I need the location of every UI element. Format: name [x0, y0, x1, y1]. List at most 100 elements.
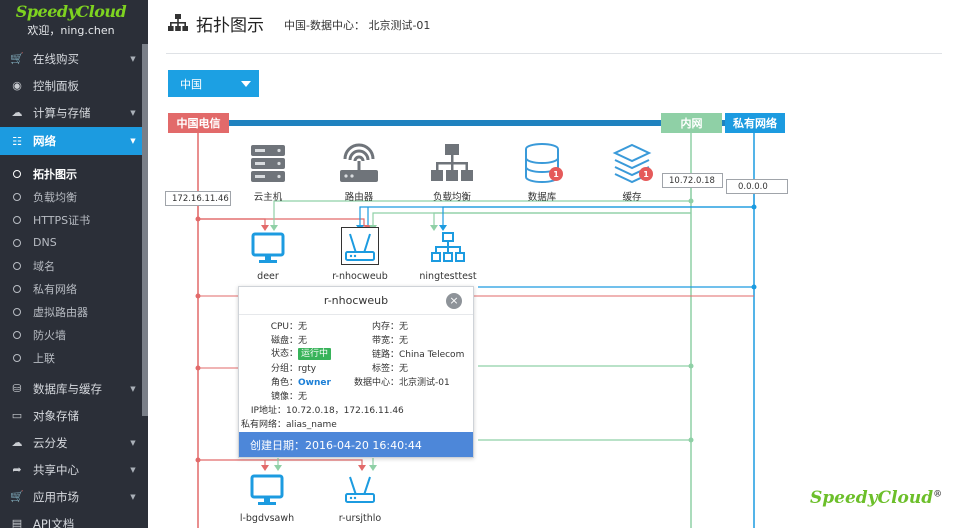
chevron-down-icon: ▼ — [130, 492, 136, 501]
sidebar-item-label: 控制面板 — [33, 78, 79, 93]
arrow-down-icon — [369, 465, 377, 471]
sidebar-item-db-cache[interactable]: ⛁ 数据库与缓存 ▼ — [0, 375, 142, 402]
popup-value: 北京测试-01 — [399, 378, 450, 388]
popup-key: 内存： — [371, 322, 399, 332]
popup-key: 分组： — [270, 364, 298, 374]
sidebar-item-dashboard[interactable]: ◉ 控制面板 — [0, 72, 142, 99]
load-balancer-icon — [431, 144, 473, 181]
chevron-down-icon: ▼ — [130, 384, 136, 393]
sidebar-sub-dns[interactable]: DNS — [0, 231, 142, 254]
intranet-ip-box: 10.72.0.18 — [662, 173, 723, 188]
sidebar: SpeedyCloud 欢迎，ning.chen 🛒 在线购买 ▼ ◉ 控制面板… — [0, 0, 148, 528]
arrow-down-icon — [261, 465, 269, 471]
route-line — [359, 206, 754, 227]
public-ip-box: 172.16.11.46 — [165, 191, 231, 206]
app-root: SpeedyCloud 欢迎，ning.chen 🛒 在线购买 ▼ ◉ 控制面板… — [0, 0, 960, 528]
popup-row-bandwidth: 带宽：无 — [339, 333, 408, 346]
sidebar-sub-load-balancer[interactable]: 负载均衡 — [0, 185, 142, 208]
sidebar-sub-domain[interactable]: 域名 — [0, 254, 142, 277]
sidebar-sub-firewall[interactable]: 防火墙 — [0, 323, 142, 346]
logo[interactable]: SpeedyCloud 欢迎，ning.chen — [0, 0, 142, 44]
sidebar-sub-uplink[interactable]: 上联 — [0, 346, 142, 369]
sidebar-sub-https[interactable]: HTTPS证书 — [0, 208, 142, 231]
instance-router[interactable]: r-ursjthlo — [333, 473, 387, 524]
popup-key: 链路： — [371, 350, 399, 360]
route-line — [372, 212, 691, 227]
instance-lb[interactable]: ningtesttest — [418, 231, 478, 282]
popup-key: 角色： — [270, 378, 298, 388]
circle-icon — [13, 192, 21, 201]
sidebar-sub-label: 拓扑图示 — [33, 167, 77, 181]
service-load-balancer[interactable]: 负载均衡 — [425, 141, 479, 203]
popup-row-cpu: CPU：无 — [239, 319, 307, 332]
sidebar-item-share-center[interactable]: ➦ 共享中心 ▼ — [0, 456, 142, 483]
popup-row-group: 分组：rgty — [239, 361, 316, 374]
close-icon[interactable]: × — [446, 293, 462, 309]
instance-vm[interactable]: l-bgdvsawh — [235, 473, 299, 524]
popup-key: CPU： — [270, 322, 298, 332]
monitor-icon — [251, 232, 285, 263]
popup-value: 无 — [298, 336, 308, 346]
circle-icon — [13, 261, 21, 270]
service-router[interactable]: 路由器 — [335, 141, 383, 203]
popup-row-tag: 标签：无 — [339, 361, 408, 374]
instance-router-selected[interactable]: r-nhocweub — [330, 227, 390, 282]
sidebar-item-network[interactable]: ☷ 网络 ▼ — [0, 127, 142, 155]
sidebar-sub-virtual-router[interactable]: 虚拟路由器 — [0, 300, 142, 323]
sidebar-item-online-purchase[interactable]: 🛒 在线购买 ▼ — [0, 45, 142, 72]
circle-icon — [13, 330, 21, 339]
circle-icon — [13, 353, 21, 362]
instance-label: r-nhocweub — [332, 271, 388, 282]
private-network-tag[interactable]: 私有网络 — [725, 113, 785, 133]
sidebar-item-cdn[interactable]: ☁ 云分发 ▼ — [0, 429, 142, 456]
instance-vm[interactable]: deer — [240, 231, 296, 282]
sidebar-item-label: 计算与存储 — [33, 105, 91, 120]
database-icon: ⛁ — [12, 382, 22, 395]
chevron-down-icon: ▼ — [130, 108, 136, 117]
china-telecom-tag[interactable]: 中国电信 — [168, 113, 229, 133]
chevron-down-icon: ▼ — [130, 465, 136, 474]
route-line — [198, 218, 365, 227]
service-label: 数据库 — [527, 192, 557, 203]
router-icon — [341, 227, 379, 265]
welcome-text: 欢迎，ning.chen — [27, 24, 115, 37]
popup-value: 无 — [298, 392, 308, 402]
cloud-upload-icon: ☁ — [11, 436, 23, 449]
sidebar-item-object-storage[interactable]: ▭ 对象存储 — [0, 402, 142, 429]
instance-label: r-ursjthlo — [338, 513, 382, 524]
book-icon: ▤ — [11, 517, 23, 528]
sidebar-item-compute-storage[interactable]: ☁ 计算与存储 ▼ — [0, 99, 142, 126]
service-cache[interactable]: 1 缓存 — [607, 141, 657, 203]
backbone-line — [228, 120, 664, 126]
registered-mark: ® — [933, 489, 943, 500]
popup-value: alias_name — [286, 420, 337, 430]
popup-key: 镜像： — [270, 392, 298, 402]
route-line — [433, 212, 691, 227]
sidebar-sub-label: 私有网络 — [33, 282, 77, 296]
service-database[interactable]: 1 数据库 — [517, 141, 567, 203]
brand-watermark: SpeedyCloud® — [810, 488, 942, 508]
service-label: 负载均衡 — [432, 192, 471, 203]
sidebar-item-api-docs[interactable]: ▤ API文档 — [0, 510, 142, 528]
popup-row-private-network: 私有网络：alias_name — [241, 417, 337, 430]
popup-title: r-nhocweub — [239, 287, 473, 315]
sidebar-item-app-market[interactable]: 🛒 应用市场 ▼ — [0, 483, 142, 510]
sidebar-sub-label: 虚拟路由器 — [33, 305, 88, 319]
arrow-down-icon — [358, 465, 366, 471]
sidebar-sub-label: 负载均衡 — [33, 190, 77, 204]
service-vm[interactable]: 云主机 — [244, 141, 292, 203]
popup-key: 带宽： — [371, 336, 399, 346]
service-label: 路由器 — [344, 192, 374, 203]
chevron-down-icon: ▼ — [130, 438, 136, 447]
circle-icon — [13, 284, 21, 293]
popup-value: China Telecom — [399, 350, 465, 360]
brand-logo: SpeedyCloud — [15, 2, 127, 21]
circle-icon — [13, 307, 21, 316]
popup-row-disk: 磁盘：无 — [239, 333, 307, 346]
intranet-tag[interactable]: 内网 — [661, 113, 722, 133]
private-ip-box: 0.0.0.0 — [726, 179, 788, 194]
sidebar-sub-private-network[interactable]: 私有网络 — [0, 277, 142, 300]
route-line — [273, 200, 691, 227]
route-line — [442, 206, 754, 227]
sidebar-sub-topology[interactable]: 拓扑图示 — [0, 162, 142, 185]
